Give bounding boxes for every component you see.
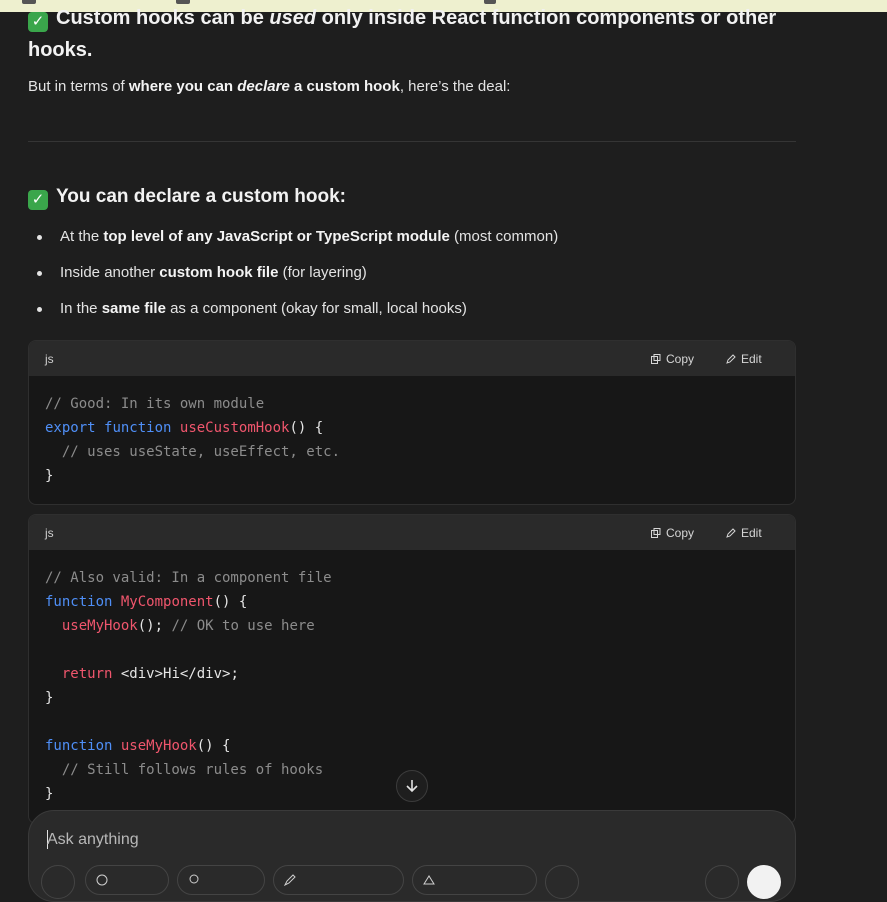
arrow-down-icon: [406, 780, 418, 793]
code-line: // Also valid: In a component file: [45, 566, 779, 590]
paint-icon: [423, 875, 435, 885]
code-token: return: [61, 666, 113, 682]
list-item: In the same file as a component (okay fo…: [28, 296, 788, 332]
code-token: // uses useState, useEffect, etc.: [45, 444, 341, 460]
code-token: () {: [289, 420, 324, 436]
code-token: () {: [213, 594, 248, 610]
code-block: js Copy Edit // Good: In its own module e…: [28, 340, 796, 505]
code-line: return <div>Hi</div>;: [45, 662, 779, 686]
code-token: }: [45, 786, 54, 802]
code-line: function MyComponent() {: [45, 590, 779, 614]
bullet-list: At the top level of any JavaScript or Ty…: [28, 224, 788, 332]
edit-button[interactable]: Edit: [726, 352, 762, 366]
reason-tool-button[interactable]: [177, 865, 265, 895]
code-token: ();: [137, 618, 172, 634]
code-line: // Good: In its own module: [45, 392, 779, 416]
code-token: MyComponent: [120, 594, 214, 610]
plus-icon[interactable]: [41, 865, 75, 899]
globe-icon: [96, 874, 108, 886]
code-token: function: [45, 594, 113, 610]
lightbulb-icon: [189, 874, 199, 884]
heading-custom-hooks-usage: ✓ Custom hooks can be used only inside Re…: [28, 7, 777, 61]
scroll-down-button[interactable]: [396, 770, 428, 802]
list-item: At the top level of any JavaScript or Ty…: [28, 224, 788, 260]
code-block-header: js Copy Edit: [29, 341, 795, 376]
edit-button[interactable]: Edit: [726, 526, 762, 540]
intro-paragraph: But in terms of where you can declare a …: [28, 78, 511, 95]
chat-composer: [28, 810, 796, 902]
copy-button[interactable]: Copy: [651, 352, 694, 366]
copy-button[interactable]: Copy: [651, 526, 694, 540]
research-tool-button[interactable]: [273, 865, 404, 895]
code-line: export function useCustomHook() {: [45, 416, 779, 440]
code-line: useMyHook(); // OK to use here: [45, 614, 779, 638]
divider: [28, 141, 796, 142]
copy-icon: [651, 528, 661, 538]
check-icon: ✓: [28, 190, 48, 210]
pen-icon: [284, 874, 296, 886]
code-token: // Also valid: In a component file: [45, 570, 332, 586]
code-content: // Good: In its own module export functio…: [29, 376, 795, 504]
code-block-header: js Copy Edit: [29, 515, 795, 550]
pencil-icon: [726, 354, 736, 364]
code-token: // Still follows rules of hooks: [45, 762, 324, 778]
mic-icon[interactable]: [705, 865, 739, 899]
code-token: }: [45, 468, 54, 484]
more-icon[interactable]: [545, 865, 579, 899]
code-line: // uses useState, useEffect, etc.: [45, 440, 779, 464]
code-token: useMyHook: [61, 618, 138, 634]
code-line: }: [45, 686, 779, 710]
pencil-icon: [726, 528, 736, 538]
code-token: // OK to use here: [171, 618, 315, 634]
section-heading: ✓ You can declare a custom hook:: [28, 186, 346, 210]
code-line: }: [45, 464, 779, 488]
code-line: function useMyHook() {: [45, 734, 779, 758]
code-token: export: [45, 420, 96, 436]
image-tool-button[interactable]: [412, 865, 537, 895]
code-token: // Good: In its own module: [45, 396, 265, 412]
code-language-label: js: [45, 526, 54, 540]
check-icon: ✓: [28, 12, 48, 32]
code-token: () {: [196, 738, 231, 754]
code-token: useCustomHook: [179, 420, 290, 436]
code-token: }: [45, 690, 54, 706]
chat-input[interactable]: [47, 829, 727, 851]
search-tool-button[interactable]: [85, 865, 169, 895]
code-token: function: [45, 738, 113, 754]
send-icon[interactable]: [747, 865, 781, 899]
code-token: <div>Hi</div>;: [112, 666, 239, 682]
code-token: function: [104, 420, 172, 436]
code-language-label: js: [45, 352, 54, 366]
copy-icon: [651, 354, 661, 364]
code-token: useMyHook: [120, 738, 197, 754]
list-item: Inside another custom hook file (for lay…: [28, 260, 788, 296]
